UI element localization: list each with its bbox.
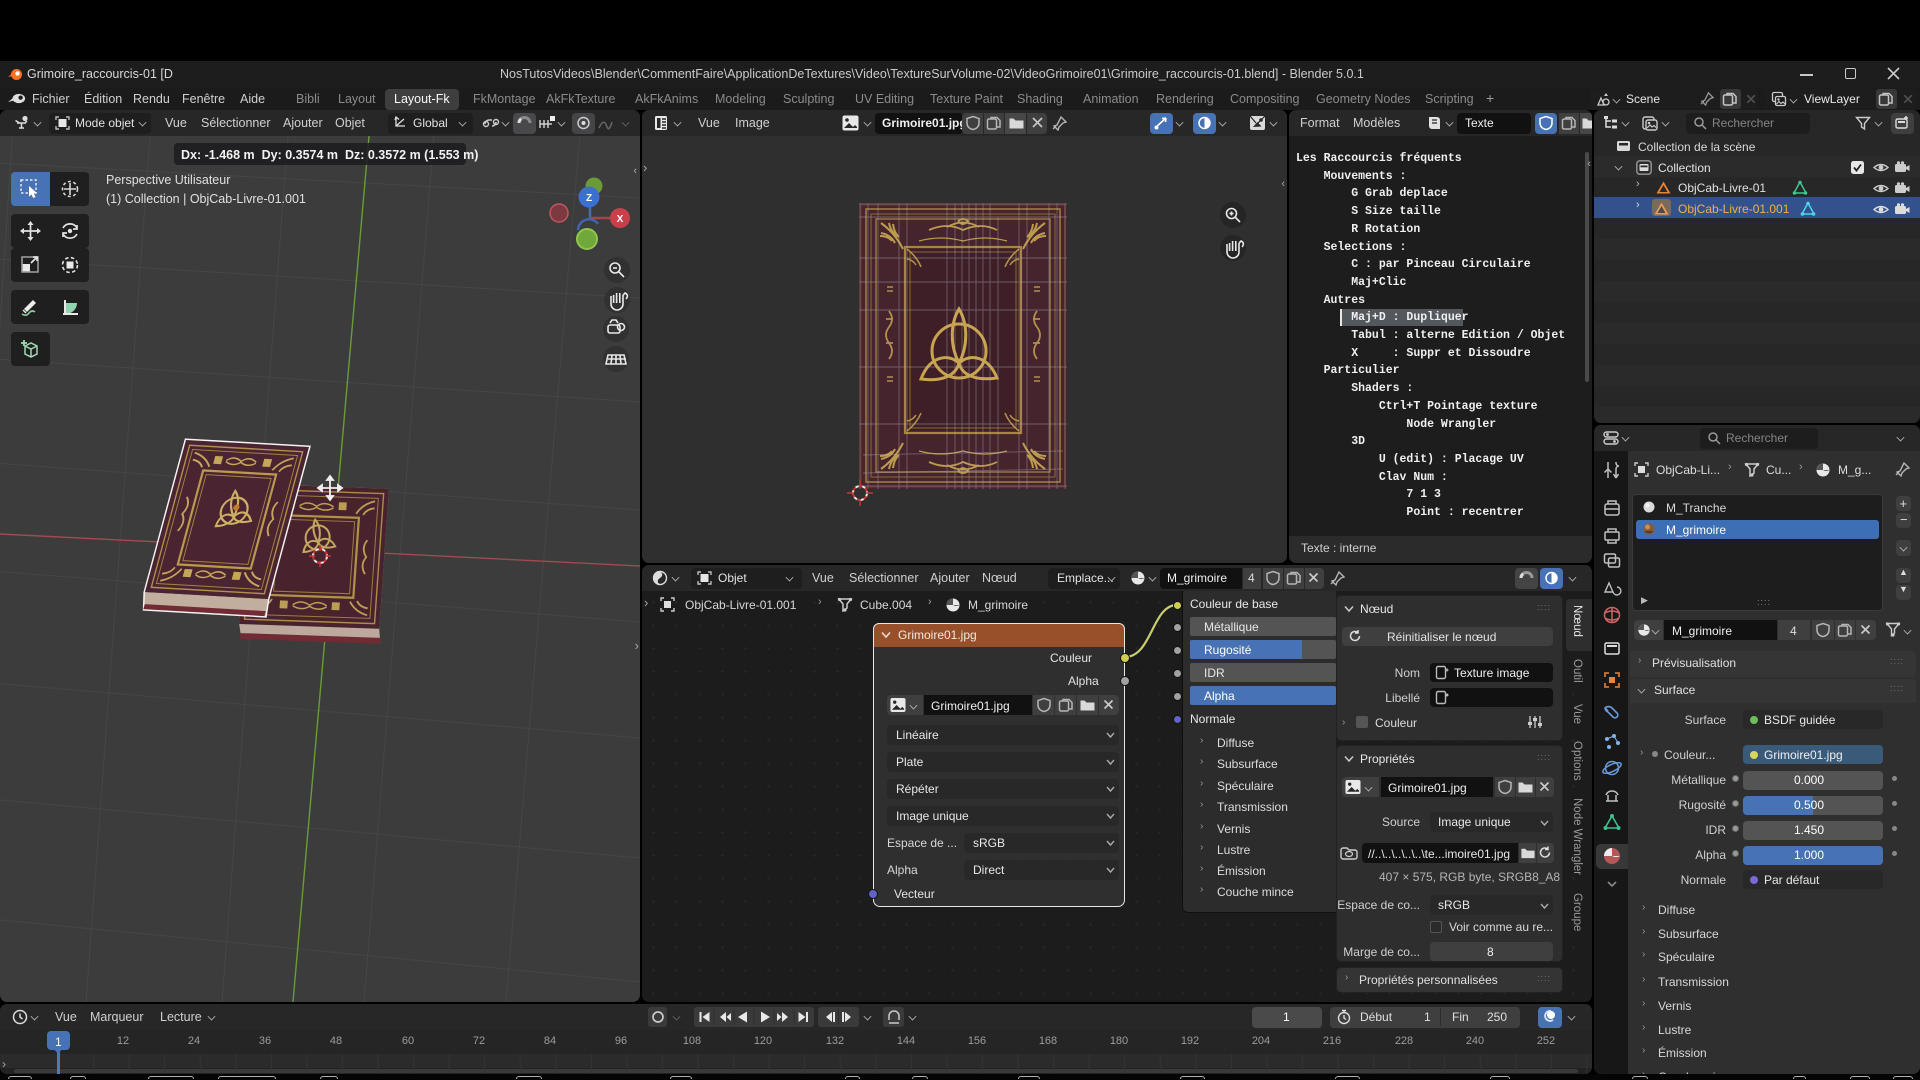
svg-text:60: 60 xyxy=(402,1035,414,1047)
svg-text:X: X xyxy=(617,214,624,225)
svg-text:180: 180 xyxy=(1110,1035,1128,1047)
svg-text:240: 240 xyxy=(1466,1035,1484,1047)
svg-text:84: 84 xyxy=(544,1035,556,1047)
svg-text:24: 24 xyxy=(188,1035,200,1047)
svg-text:Z: Z xyxy=(586,193,592,204)
svg-text:72: 72 xyxy=(473,1035,485,1047)
svg-text:120: 120 xyxy=(754,1035,772,1047)
svg-text:12: 12 xyxy=(117,1035,129,1047)
svg-text:192: 192 xyxy=(1181,1035,1199,1047)
svg-text:216: 216 xyxy=(1323,1035,1341,1047)
svg-text:168: 168 xyxy=(1039,1035,1057,1047)
svg-text:252: 252 xyxy=(1537,1035,1555,1047)
svg-text:96: 96 xyxy=(615,1035,627,1047)
svg-text:132: 132 xyxy=(826,1035,844,1047)
svg-text:36: 36 xyxy=(259,1035,271,1047)
svg-text:108: 108 xyxy=(683,1035,701,1047)
svg-text:204: 204 xyxy=(1252,1035,1270,1047)
svg-text:156: 156 xyxy=(968,1035,986,1047)
svg-text:144: 144 xyxy=(897,1035,915,1047)
svg-text:48: 48 xyxy=(330,1035,342,1047)
svg-text:228: 228 xyxy=(1395,1035,1413,1047)
